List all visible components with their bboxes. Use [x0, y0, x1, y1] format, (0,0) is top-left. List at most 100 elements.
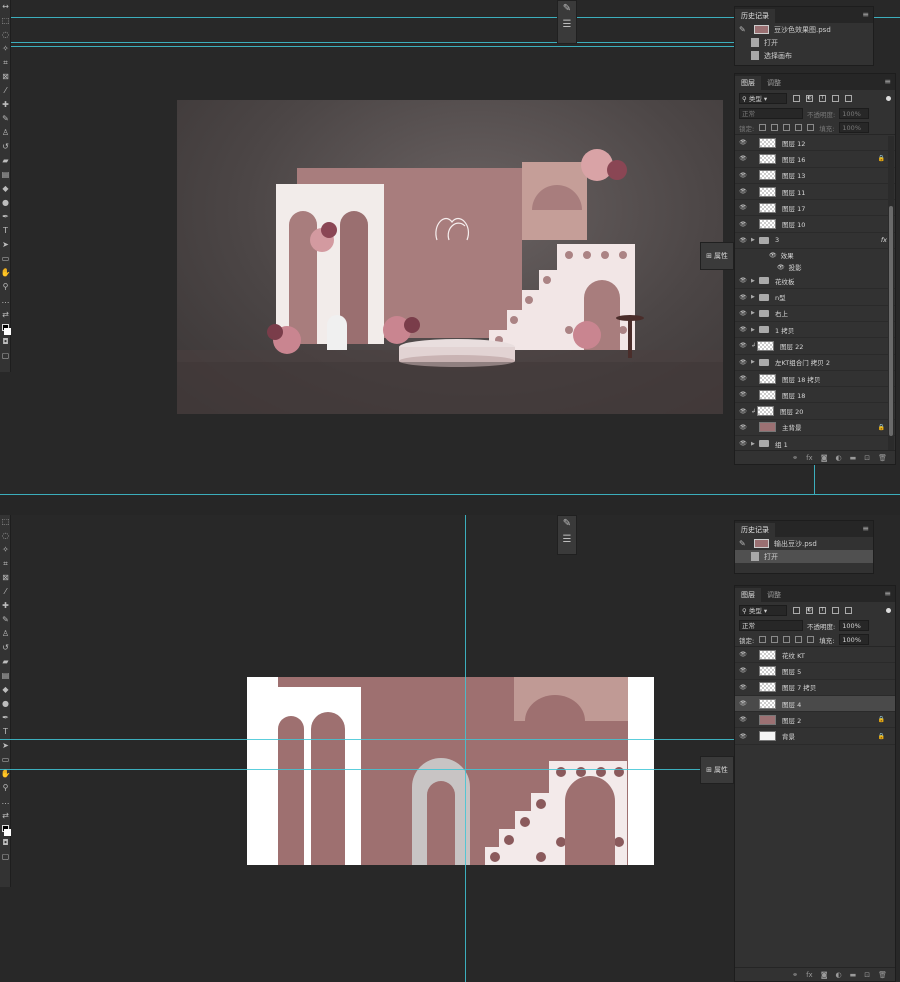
- eye-icon[interactable]: 👁: [735, 700, 751, 707]
- move-tool-icon[interactable]: ↔: [0, 0, 11, 14]
- layer-row[interactable]: 👁 ▶ n型: [735, 289, 895, 306]
- swap-colors-icon[interactable]: ⇄: [0, 308, 11, 322]
- expand-arrow-icon[interactable]: ▶: [751, 310, 759, 316]
- smart-filter-icon[interactable]: [845, 606, 852, 614]
- history-step[interactable]: 打开: [735, 36, 873, 49]
- delete-layer-icon[interactable]: 🗑: [878, 971, 887, 979]
- new-layer-icon[interactable]: ⊡: [864, 454, 870, 462]
- gradient-icon[interactable]: ▤: [0, 168, 11, 182]
- opacity-field[interactable]: 100%: [839, 620, 870, 631]
- layer-row[interactable]: 👁 ↲ 图层 22: [735, 338, 895, 355]
- blend-mode-select[interactable]: 正常: [739, 620, 803, 631]
- expand-arrow-icon[interactable]: ▶: [751, 327, 759, 333]
- layer-filter-select[interactable]: ⚲ 类型 ▾: [739, 604, 787, 616]
- layer-row[interactable]: 👁 ▶ 右上: [735, 306, 895, 322]
- eye-icon[interactable]: 👁: [777, 264, 785, 271]
- tab-layers[interactable]: 图层: [735, 76, 761, 90]
- layer-row[interactable]: 👁 图层 17: [735, 200, 895, 217]
- background-color-swatch[interactable]: [4, 328, 11, 335]
- opacity-field[interactable]: 100%: [839, 108, 870, 119]
- layer-row[interactable]: 👁 主背景 🔒: [735, 420, 895, 437]
- lock-position-icon[interactable]: [783, 636, 791, 643]
- eye-icon[interactable]: 👁: [735, 172, 751, 179]
- layer-row[interactable]: 👁 图层 4: [735, 695, 895, 713]
- tab-layers[interactable]: 图层: [735, 588, 761, 602]
- dodge-icon[interactable]: ●: [0, 196, 11, 210]
- eye-icon[interactable]: 👁: [735, 204, 751, 211]
- healing-brush-icon[interactable]: ✚: [0, 98, 11, 112]
- eye-icon[interactable]: 👁: [735, 408, 751, 415]
- eye-icon[interactable]: 👁: [735, 188, 751, 195]
- eye-icon[interactable]: 👁: [735, 342, 751, 349]
- panel-menu-icon[interactable]: ≡: [862, 10, 869, 19]
- more-tools-icon[interactable]: …: [0, 294, 11, 308]
- layer-row[interactable]: 👁 花纹 KT: [735, 647, 895, 664]
- canvas-render[interactable]: [177, 100, 723, 414]
- layer-row[interactable]: 👁 ▶ 花纹板: [735, 273, 895, 290]
- layer-filter-select[interactable]: ⚲ 类型 ▾: [739, 92, 787, 104]
- marquee-tool-icon[interactable]: ⬚: [0, 14, 11, 28]
- eye-icon[interactable]: 👁: [735, 391, 751, 398]
- layer-row[interactable]: 👁 ▶ 3 fx: [735, 233, 895, 250]
- layer-row[interactable]: 👁 图层 18 拷贝: [735, 371, 895, 388]
- add-mask-icon[interactable]: ◙: [821, 971, 828, 979]
- eye-icon[interactable]: 👁: [735, 294, 751, 301]
- lock-all-icon[interactable]: [807, 636, 815, 643]
- hand-tool-icon[interactable]: ✋: [0, 266, 11, 280]
- history-snapshot[interactable]: ✎ 输出豆沙.psd: [735, 537, 873, 550]
- filter-toggle[interactable]: [886, 95, 891, 101]
- new-adjustment-icon[interactable]: ◐: [836, 971, 842, 979]
- pixel-filter-icon[interactable]: [793, 94, 800, 102]
- expand-arrow-icon[interactable]: ▶: [751, 294, 759, 300]
- zoom-tool-icon[interactable]: ⚲: [0, 781, 11, 795]
- lock-image-icon[interactable]: [771, 124, 779, 131]
- guide-line[interactable]: [0, 42, 734, 43]
- layer-row[interactable]: 👁 图层 18: [735, 387, 895, 404]
- eye-icon[interactable]: 👁: [735, 155, 751, 162]
- lock-artboard-icon[interactable]: [795, 636, 803, 643]
- layer-row[interactable]: 👁 图层 10: [735, 216, 895, 233]
- panel-menu-icon[interactable]: ≡: [862, 524, 869, 533]
- lasso-tool-icon[interactable]: ◌: [0, 529, 11, 543]
- panel-menu-icon[interactable]: ≡: [884, 589, 891, 598]
- fx-icon[interactable]: fx: [806, 971, 813, 979]
- guide-line[interactable]: [0, 739, 734, 740]
- layers-scrollbar[interactable]: [888, 136, 894, 451]
- quick-mask-icon[interactable]: ◘: [0, 836, 11, 850]
- eye-icon[interactable]: 👁: [735, 651, 751, 658]
- magic-wand-icon[interactable]: ✧: [0, 42, 11, 56]
- brush-icon[interactable]: ✎: [558, 516, 576, 532]
- magic-wand-icon[interactable]: ✧: [0, 543, 11, 557]
- lock-artboard-icon[interactable]: [795, 124, 803, 131]
- layer-row[interactable]: 👁 ▶ 1 拷贝: [735, 322, 895, 339]
- gradient-icon[interactable]: ▤: [0, 669, 11, 683]
- properties-dock[interactable]: ⊞ 属性: [700, 756, 734, 784]
- layer-row[interactable]: 👁 ▶ 左KT组合门 拷贝 2: [735, 355, 895, 371]
- eye-icon[interactable]: 👁: [735, 424, 751, 431]
- history-snapshot[interactable]: ✎ 豆沙色效果图.psd: [735, 23, 873, 36]
- path-select-icon[interactable]: ➤: [0, 238, 11, 252]
- eye-icon[interactable]: 👁: [735, 359, 751, 366]
- lock-transparent-icon[interactable]: [759, 124, 767, 131]
- eye-icon[interactable]: 👁: [735, 667, 751, 674]
- brush-tool-icon[interactable]: ✎: [0, 613, 11, 627]
- screen-mode-icon[interactable]: ▢: [0, 850, 11, 864]
- eye-icon[interactable]: 👁: [735, 139, 751, 146]
- eye-icon[interactable]: 👁: [735, 375, 751, 382]
- eye-icon[interactable]: 👁: [735, 221, 751, 228]
- canvas-flat[interactable]: [247, 677, 654, 865]
- new-group-icon[interactable]: ▬: [850, 454, 857, 462]
- lasso-tool-icon[interactable]: ◌: [0, 28, 11, 42]
- quick-mask-icon[interactable]: ◘: [0, 335, 11, 349]
- tab-adjustments[interactable]: 调整: [761, 76, 787, 90]
- guide-line[interactable]: [0, 494, 900, 495]
- expand-arrow-icon[interactable]: ▶: [751, 237, 759, 243]
- layer-row[interactable]: 👁 ▶ 组 1: [735, 436, 895, 450]
- sliders-icon[interactable]: ☰: [558, 17, 576, 33]
- frame-tool-icon[interactable]: ⊠: [0, 70, 11, 84]
- history-brush-icon[interactable]: ↺: [0, 641, 11, 655]
- panel-menu-icon[interactable]: ≡: [884, 77, 891, 86]
- expand-arrow-icon[interactable]: ▶: [751, 441, 759, 447]
- shape-filter-icon[interactable]: [832, 606, 839, 614]
- layer-row[interactable]: 👁 效果: [735, 249, 895, 261]
